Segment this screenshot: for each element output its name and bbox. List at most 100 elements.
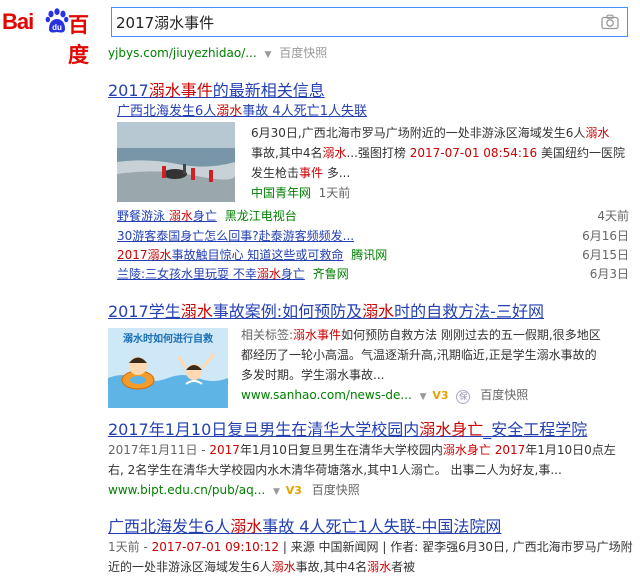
logo-latin: Bai bbox=[2, 9, 34, 34]
title-highlight: 溺水 bbox=[256, 267, 281, 281]
result-date: 1天前 - bbox=[108, 540, 152, 554]
news-item-date: 4天前 bbox=[597, 209, 629, 223]
desc-line: 发生枪击事件 多... bbox=[251, 163, 629, 183]
desc-highlight: 溺水身亡 bbox=[442, 443, 491, 457]
camera-icon[interactable] bbox=[601, 14, 619, 30]
top-bar: Bai du 百度 bbox=[0, 0, 640, 67]
chevron-down-icon[interactable]: ▼ bbox=[420, 392, 427, 402]
news-list-item[interactable]: 30游客泰国身亡怎么回事?赴泰游客频频发... 6月16日 bbox=[117, 227, 629, 246]
desc-source-line: 中国青年网 1天前 bbox=[251, 183, 629, 203]
news-item-source: 齐鲁网 bbox=[312, 267, 349, 281]
title-part: 身亡 bbox=[192, 209, 217, 223]
result-title[interactable]: 2017年1月10日复旦男生在清华大学校园内溺水身亡_安全工程学院 bbox=[108, 416, 587, 440]
news-list-item[interactable]: 兰陵:三女孩水里玩耍 不幸溺水身亡 齐鲁网 6月3日 bbox=[117, 265, 629, 284]
featured-news-thumbnail[interactable] bbox=[117, 122, 235, 202]
news-list-item[interactable]: 2017溺水事故触目惊心 知道这些或可救命 腾讯网 6月15日 bbox=[117, 246, 629, 265]
desc-highlight: 溺水 bbox=[271, 560, 296, 574]
title-part: 时的自救方法-三好网 bbox=[394, 302, 544, 321]
desc-highlight: 溺水 bbox=[322, 146, 347, 160]
desc-highlight: 溺水事件 bbox=[293, 328, 342, 342]
news-block-title[interactable]: 2017溺水事件的最新相关信息 bbox=[108, 77, 325, 101]
result-desc: 2017年1月11日 - 2017年1月10日复旦男生在清华大学校园内溺水身亡 … bbox=[108, 440, 633, 480]
title-highlight: 溺水事件 bbox=[148, 81, 213, 100]
result-date: 2017年1月11日 - bbox=[108, 443, 210, 457]
desc-highlight: 事件 bbox=[299, 166, 324, 180]
desc-text: 事故,其中4名 bbox=[295, 560, 368, 574]
title-part: 2017 bbox=[108, 81, 149, 100]
logo-paw-text: du bbox=[52, 23, 62, 32]
title-highlight: 溺水 bbox=[230, 517, 263, 536]
result-title[interactable]: 2017学生溺水事故案例:如何预防及溺水时的自救方法-三好网 bbox=[108, 298, 544, 322]
desc-line: 1天前 - 2017-07-01 09:10:12 | 来源 中国新闻网 | 作… bbox=[108, 537, 633, 557]
previous-url: yjbys.com/jiuyezhidao/... bbox=[108, 46, 257, 60]
desc-highlight: 溺水 bbox=[367, 560, 392, 574]
result-title[interactable]: 广西北海发生6人溺水事故 4人死亡1人失联-中国法院网 bbox=[108, 513, 501, 537]
desc-line: 6月30日,广西北海市罗马广场附近的一处非游泳区海域发生6人溺水 bbox=[251, 123, 629, 143]
desc-text: 年1月10日复旦男生在清华大学校园内 bbox=[239, 443, 443, 457]
news-item-date: 6月16日 bbox=[582, 229, 629, 243]
title-part: 野餐游泳 bbox=[117, 209, 169, 223]
title-part: 广西北海发生6人 bbox=[117, 104, 217, 119]
news-list-item[interactable]: 野餐游泳 溺水身亡 黑龙江电视台 4天前 bbox=[117, 207, 629, 226]
title-part: 2017年1月10日复旦男生在清华大学校园内 bbox=[108, 420, 420, 439]
desc-date: 2017-07-01 09:10:12 bbox=[151, 540, 280, 554]
desc-highlight: 2017 bbox=[209, 443, 240, 457]
title-part: 广西北海发生6人 bbox=[108, 517, 231, 536]
title-part: 兰陵:三女孩水里玩耍 不幸 bbox=[117, 267, 257, 281]
desc-text: 6月30日,广西北海市罗马广场附近的一处非游泳区海域发生6人 bbox=[251, 126, 586, 140]
title-part: 事故 4人死亡1人失联 bbox=[242, 104, 367, 119]
v3-badge[interactable]: V3 bbox=[432, 389, 448, 402]
desc-text: 美国纽约一医院 bbox=[537, 146, 626, 160]
result-url-line: www.bipt.edu.cn/pub/aq... ▼ V3 百度快照 bbox=[108, 481, 360, 498]
title-highlight: 溺水 bbox=[216, 104, 243, 119]
desc-line: 多发时期。学生溺水事故... bbox=[241, 368, 385, 382]
desc-highlight: 2017 bbox=[494, 443, 526, 457]
result-url[interactable]: www.sanhao.com/news-de... bbox=[241, 388, 412, 402]
news-item-date: 6月15日 bbox=[582, 248, 629, 262]
result-desc: 相关标签:溺水事件如何预防自救方法 刚刚过去的五一假期,很多地区 都经历了一轮小… bbox=[241, 325, 631, 385]
title-part: 2017学生 bbox=[108, 302, 181, 321]
search-box[interactable] bbox=[111, 7, 628, 37]
title-highlight: 溺水 bbox=[147, 248, 172, 262]
desc-line: 都经历了一轮小高温。气温逐渐升高,汛期临近,正是学生溺水事故的 bbox=[241, 348, 597, 362]
desc-line: 事故,其中4名溺水...强图打榜 2017-07-01 08:54:16 美国纽… bbox=[251, 143, 629, 163]
news-item-title[interactable]: 野餐游泳 溺水身亡 bbox=[117, 209, 217, 223]
result-thumbnail[interactable]: 溺水时如何进行自救 bbox=[108, 328, 228, 408]
desc-line: 右, 2名学生在清华大学校园内水木清华荷塘落水,其中1人溺亡。 出事二人为好友,… bbox=[108, 463, 562, 477]
title-part: 的最新相关信息 bbox=[212, 81, 325, 100]
desc-text: 年1月10日0点左 bbox=[525, 443, 616, 457]
desc-text: 近的一处非游泳区海域发生6人 bbox=[108, 560, 272, 574]
desc-text: ...强图打榜 bbox=[346, 146, 410, 160]
result-url[interactable]: www.bipt.edu.cn/pub/aq... bbox=[108, 483, 265, 497]
cache-link[interactable]: 百度快照 bbox=[312, 483, 360, 497]
title-highlight: 溺水 bbox=[180, 302, 213, 321]
desc-text: 者被 bbox=[391, 560, 416, 574]
drowning-cartoon bbox=[108, 353, 228, 408]
desc-text: 多... bbox=[323, 166, 351, 180]
desc-text: 发生枪击 bbox=[251, 166, 300, 180]
news-item-title[interactable]: 2017溺水事故触目惊心 知道这些或可救命 bbox=[117, 248, 343, 262]
news-item-date: 6月3日 bbox=[589, 267, 629, 281]
protection-icon[interactable]: 保 bbox=[456, 390, 471, 404]
title-highlight: 溺水 bbox=[362, 302, 395, 321]
chevron-down-icon[interactable]: ▼ bbox=[265, 50, 272, 60]
news-item-title[interactable]: 兰陵:三女孩水里玩耍 不幸溺水身亡 bbox=[117, 267, 305, 281]
news-item-title[interactable]: 30游客泰国身亡怎么回事?赴泰游客频频发... bbox=[117, 229, 354, 243]
featured-news-title[interactable]: 广西北海发生6人溺水事故 4人死亡1人失联 bbox=[117, 100, 367, 119]
featured-news-desc: 6月30日,广西北海市罗马广场附近的一处非游泳区海域发生6人溺水 事故,其中4名… bbox=[251, 123, 629, 203]
search-input[interactable] bbox=[116, 11, 586, 33]
beach-photo bbox=[117, 122, 235, 202]
title-part: 身亡 bbox=[280, 267, 305, 281]
previous-cache-link[interactable]: 百度快照 bbox=[279, 46, 327, 60]
desc-date: 2017-07-01 08:54:16 bbox=[409, 146, 538, 160]
title-part: 事故 4人死亡1人失联-中国法院网 bbox=[262, 517, 502, 536]
desc-text: 事故,其中4名 bbox=[251, 146, 323, 160]
v3-badge[interactable]: V3 bbox=[286, 484, 302, 497]
result-url-line: www.sanhao.com/news-de... ▼ V3 保 百度快照 bbox=[241, 386, 528, 404]
desc-text: | 来源 中国新闻网 | 作者: 翟李强6月30日, 广西北海市罗马广场附 bbox=[279, 540, 633, 554]
cache-link[interactable]: 百度快照 bbox=[480, 388, 528, 402]
previous-result-url: yjbys.com/jiuyezhidao/... ▼ 百度快照 bbox=[108, 44, 327, 61]
title-part: 事故案例:如何预防及 bbox=[212, 302, 363, 321]
chevron-down-icon[interactable]: ▼ bbox=[273, 487, 280, 497]
desc-highlight: 溺水 bbox=[585, 126, 610, 140]
